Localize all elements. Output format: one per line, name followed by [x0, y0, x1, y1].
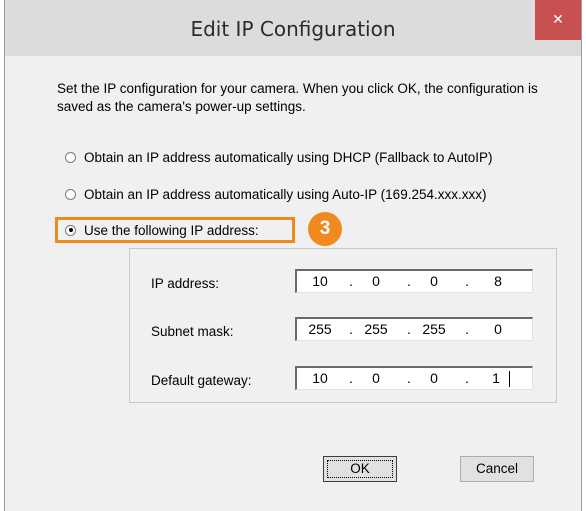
radio-static-label[interactable]: Use the following IP address: — [84, 223, 259, 238]
ip-octet-1[interactable]: 10 — [303, 273, 337, 289]
gateway-dot: . — [465, 370, 469, 386]
ip-dot: . — [465, 273, 469, 289]
close-button[interactable]: ✕ — [535, 0, 581, 40]
radio-autoip[interactable]: Obtain an IP address automatically using… — [65, 184, 486, 204]
radio-dhcp-indicator[interactable] — [65, 151, 76, 163]
gateway-octet-1[interactable]: 10 — [303, 370, 337, 386]
static-ip-panel: IP address: 10 . 0 . 0 . 8 Subnet mask: … — [129, 248, 557, 403]
close-icon: ✕ — [552, 12, 564, 28]
radio-static-indicator[interactable] — [65, 224, 76, 236]
gateway-dot: . — [349, 370, 353, 386]
dialog-title: Edit IP Configuration — [190, 17, 396, 41]
gateway-octet-4[interactable]: 1 — [479, 370, 513, 386]
title-bar[interactable]: Edit IP Configuration ✕ — [5, 0, 581, 56]
ip-octet-4[interactable]: 8 — [481, 273, 515, 289]
ip-octet-2[interactable]: 0 — [359, 273, 393, 289]
description-text: Set the IP configuration for your camera… — [57, 81, 538, 114]
subnet-octet-1[interactable]: 255 — [303, 321, 337, 337]
subnet-dot: . — [407, 321, 411, 337]
subnet-mask-label: Subnet mask: — [151, 324, 234, 339]
subnet-octet-3[interactable]: 255 — [417, 321, 451, 337]
gateway-octet-2[interactable]: 0 — [359, 370, 393, 386]
default-gateway-label: Default gateway: — [151, 373, 252, 388]
radio-autoip-indicator[interactable] — [65, 188, 76, 200]
gateway-octet-3[interactable]: 0 — [417, 370, 451, 386]
text-caret — [509, 371, 510, 387]
subnet-dot: . — [349, 321, 353, 337]
subnet-dot: . — [465, 321, 469, 337]
gateway-dot: . — [407, 370, 411, 386]
ip-address-label: IP address: — [151, 276, 220, 291]
cancel-button-label: Cancel — [475, 461, 519, 476]
dialog-content: Set the IP configuration for your camera… — [5, 56, 581, 511]
radio-static[interactable]: Use the following IP address: — [65, 220, 259, 240]
focus-rectangle — [327, 460, 393, 478]
ok-button[interactable]: OK — [323, 456, 397, 482]
step-badge: 3 — [308, 212, 342, 246]
subnet-octet-4[interactable]: 0 — [481, 321, 515, 337]
edit-ip-dialog: Edit IP Configuration ✕ Set the IP confi… — [4, 0, 582, 511]
ip-address-input[interactable]: 10 . 0 . 0 . 8 — [295, 269, 533, 293]
cancel-button[interactable]: Cancel — [460, 456, 534, 482]
radio-dhcp[interactable]: Obtain an IP address automatically using… — [65, 147, 492, 167]
radio-autoip-label[interactable]: Obtain an IP address automatically using… — [84, 187, 486, 202]
subnet-mask-input[interactable]: 255 . 255 . 255 . 0 — [295, 317, 533, 341]
ip-dot: . — [407, 273, 411, 289]
default-gateway-input[interactable]: 10 . 0 . 0 . 1 — [295, 366, 533, 390]
ip-dot: . — [349, 273, 353, 289]
subnet-octet-2[interactable]: 255 — [359, 321, 393, 337]
radio-dhcp-label[interactable]: Obtain an IP address automatically using… — [84, 150, 492, 165]
ip-octet-3[interactable]: 0 — [417, 273, 451, 289]
